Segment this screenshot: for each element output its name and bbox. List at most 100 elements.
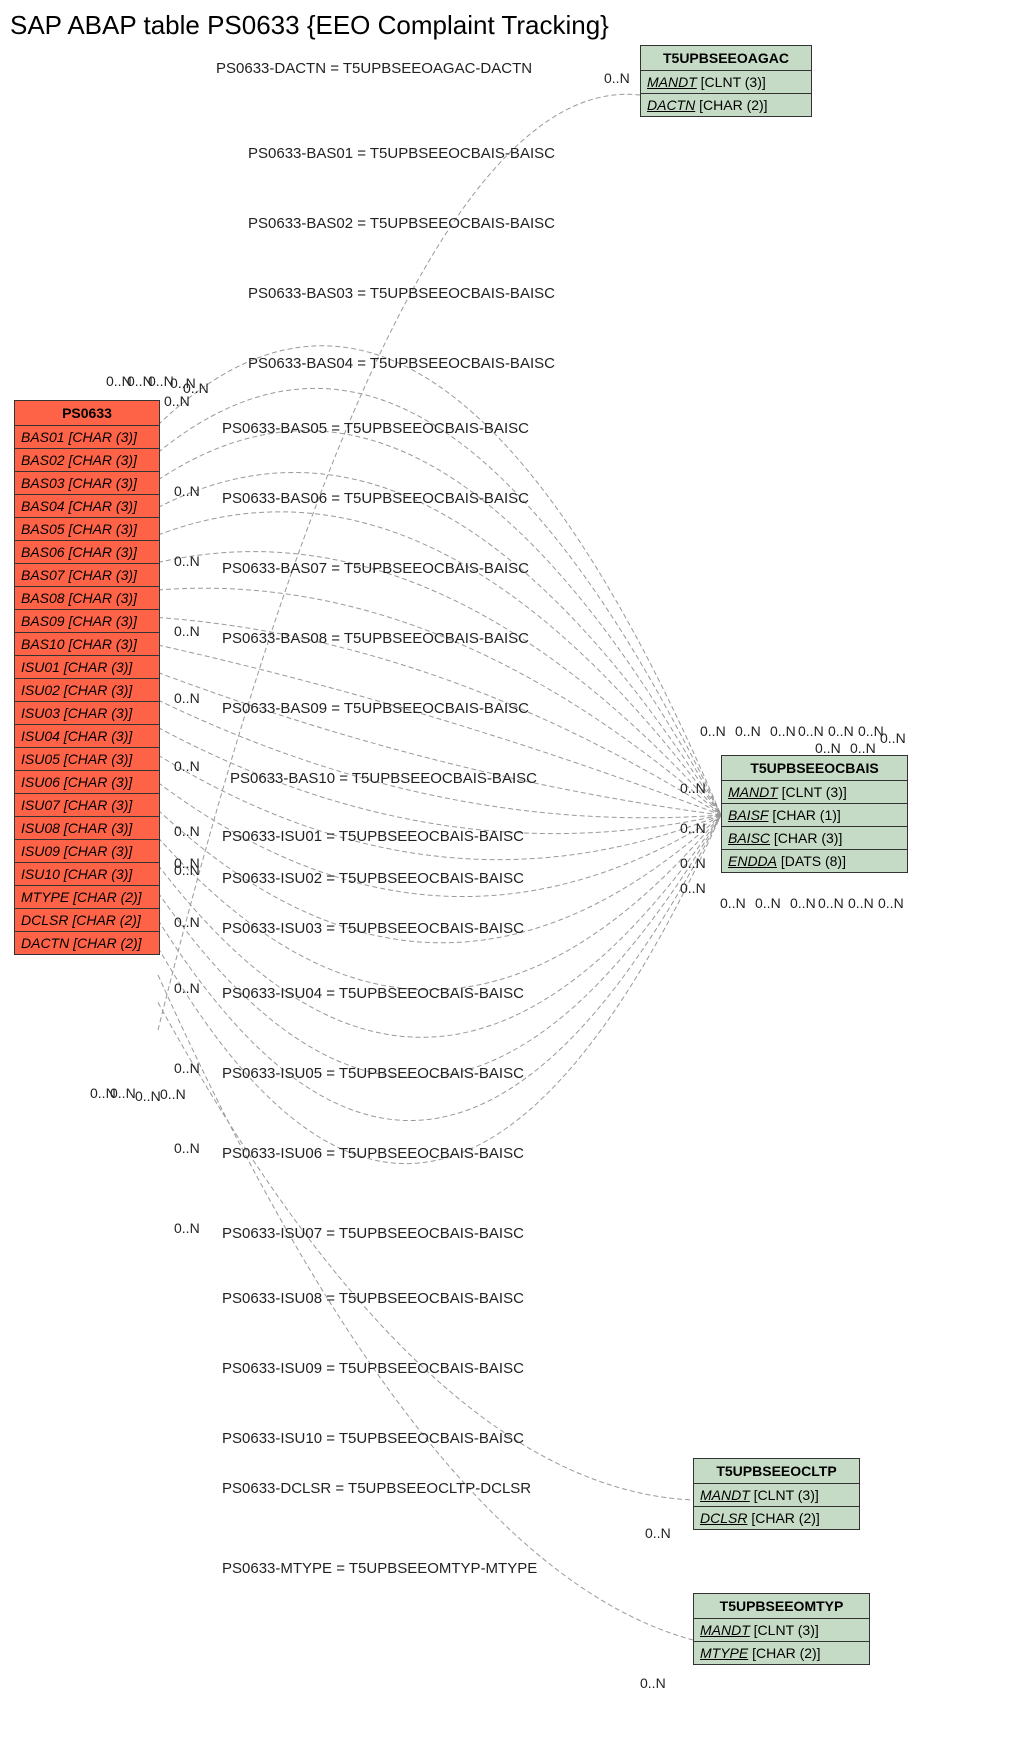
relation-label: PS0633-ISU05 = T5UPBSEEOCBAIS-BAISC	[222, 1065, 524, 1082]
entity-field: ISU06 [CHAR (3)]	[15, 771, 159, 794]
relation-label: PS0633-ISU02 = T5UPBSEEOCBAIS-BAISC	[222, 870, 524, 887]
cardinality-label: 0..N	[174, 553, 200, 569]
cardinality-label: 0..N	[174, 690, 200, 706]
entity-t5upbseeoagac: T5UPBSEEOAGAC MANDT [CLNT (3)]DACTN [CHA…	[640, 45, 812, 117]
cardinality-label: 0..N	[640, 1675, 666, 1691]
entity-field: MANDT [CLNT (3)]	[694, 1484, 859, 1507]
cardinality-label: 0..N	[850, 740, 876, 756]
cardinality-label: 0..N	[815, 740, 841, 756]
cardinality-label: 0..N	[878, 895, 904, 911]
entity-field: BAISC [CHAR (3)]	[722, 827, 907, 850]
entity-field: BAS09 [CHAR (3)]	[15, 610, 159, 633]
entity-field: ISU01 [CHAR (3)]	[15, 656, 159, 679]
cardinality-label: 0..N	[174, 623, 200, 639]
entity-field: MANDT [CLNT (3)]	[641, 71, 811, 94]
entity-field: BAS03 [CHAR (3)]	[15, 472, 159, 495]
relation-label: PS0633-ISU07 = T5UPBSEEOCBAIS-BAISC	[222, 1225, 524, 1242]
entity-field: BAS01 [CHAR (3)]	[15, 426, 159, 449]
relation-label: PS0633-BAS03 = T5UPBSEEOCBAIS-BAISC	[248, 285, 555, 302]
entity-header: T5UPBSEEOAGAC	[641, 46, 811, 71]
cardinality-label: 0..N	[880, 730, 906, 746]
entity-field: ISU08 [CHAR (3)]	[15, 817, 159, 840]
cardinality-label: 0..N	[174, 1140, 200, 1156]
entity-field: ISU05 [CHAR (3)]	[15, 748, 159, 771]
relation-label: PS0633-BAS06 = T5UPBSEEOCBAIS-BAISC	[222, 490, 529, 507]
cardinality-label: 0..N	[110, 1085, 136, 1101]
cardinality-label: 0..N	[160, 1086, 186, 1102]
entity-field: BAISF [CHAR (1)]	[722, 804, 907, 827]
entity-field: MANDT [CLNT (3)]	[722, 781, 907, 804]
relation-label: PS0633-BAS04 = T5UPBSEEOCBAIS-BAISC	[248, 355, 555, 372]
cardinality-label: 0..N	[770, 723, 796, 739]
cardinality-label: 0..N	[645, 1525, 671, 1541]
entity-ps0633: PS0633 BAS01 [CHAR (3)]BAS02 [CHAR (3)]B…	[14, 400, 160, 955]
relation-label: PS0633-ISU06 = T5UPBSEEOCBAIS-BAISC	[222, 1145, 524, 1162]
cardinality-label: 0..N	[798, 723, 824, 739]
relation-label: PS0633-ISU10 = T5UPBSEEOCBAIS-BAISC	[222, 1430, 524, 1447]
relation-label: PS0633-ISU03 = T5UPBSEEOCBAIS-BAISC	[222, 920, 524, 937]
entity-header: T5UPBSEEOMTYP	[694, 1594, 869, 1619]
cardinality-label: 0..N	[790, 895, 816, 911]
cardinality-label: 0..N	[680, 855, 706, 871]
relation-label: PS0633-ISU09 = T5UPBSEEOCBAIS-BAISC	[222, 1360, 524, 1377]
cardinality-label: 0..N	[735, 723, 761, 739]
entity-field: MANDT [CLNT (3)]	[694, 1619, 869, 1642]
entity-field: ISU09 [CHAR (3)]	[15, 840, 159, 863]
entity-field: BAS10 [CHAR (3)]	[15, 633, 159, 656]
cardinality-label: 0..N	[174, 1220, 200, 1236]
cardinality-label: 0..N	[680, 820, 706, 836]
cardinality-label: 0..N	[174, 823, 200, 839]
cardinality-label: 0..N	[174, 1060, 200, 1076]
entity-field: ISU04 [CHAR (3)]	[15, 725, 159, 748]
entity-header: T5UPBSEEOCLTP	[694, 1459, 859, 1484]
entity-field: DACTN [CHAR (2)]	[15, 932, 159, 954]
relation-label: PS0633-DACTN = T5UPBSEEOAGAC-DACTN	[216, 60, 532, 77]
cardinality-label: 0..N	[135, 1088, 161, 1104]
entity-field: BAS02 [CHAR (3)]	[15, 449, 159, 472]
relation-label: PS0633-BAS09 = T5UPBSEEOCBAIS-BAISC	[222, 700, 529, 717]
cardinality-label: 0..N	[680, 780, 706, 796]
cardinality-label: 0..N	[164, 393, 190, 409]
cardinality-label: 0..N	[174, 483, 200, 499]
relation-label: PS0633-BAS01 = T5UPBSEEOCBAIS-BAISC	[248, 145, 555, 162]
cardinality-label: 0..N	[720, 895, 746, 911]
entity-header: PS0633	[15, 401, 159, 426]
relation-label: PS0633-BAS08 = T5UPBSEEOCBAIS-BAISC	[222, 630, 529, 647]
relation-label: PS0633-ISU08 = T5UPBSEEOCBAIS-BAISC	[222, 1290, 524, 1307]
entity-field: DCLSR [CHAR (2)]	[694, 1507, 859, 1529]
entity-field: ISU10 [CHAR (3)]	[15, 863, 159, 886]
entity-field: ISU03 [CHAR (3)]	[15, 702, 159, 725]
relation-label: PS0633-MTYPE = T5UPBSEEOMTYP-MTYPE	[222, 1560, 537, 1577]
entity-field: ISU02 [CHAR (3)]	[15, 679, 159, 702]
cardinality-label: 0..N	[828, 723, 854, 739]
cardinality-label: 0..N	[848, 895, 874, 911]
entity-field: ENDDA [DATS (8)]	[722, 850, 907, 872]
cardinality-label: 0..N	[174, 980, 200, 996]
cardinality-label: 0..N	[604, 70, 630, 86]
relation-label: PS0633-BAS10 = T5UPBSEEOCBAIS-BAISC	[230, 770, 537, 787]
entity-field: DCLSR [CHAR (2)]	[15, 909, 159, 932]
entity-field: BAS05 [CHAR (3)]	[15, 518, 159, 541]
relation-label: PS0633-BAS05 = T5UPBSEEOCBAIS-BAISC	[222, 420, 529, 437]
cardinality-label: 0..N	[818, 895, 844, 911]
relation-label: PS0633-DCLSR = T5UPBSEEOCLTP-DCLSR	[222, 1480, 531, 1497]
cardinality-label: 0..N	[174, 862, 200, 878]
entity-field: BAS06 [CHAR (3)]	[15, 541, 159, 564]
cardinality-label: 0..N	[755, 895, 781, 911]
entity-t5upbseeocltp: T5UPBSEEOCLTP MANDT [CLNT (3)]DCLSR [CHA…	[693, 1458, 860, 1530]
entity-t5upbseeomtyp: T5UPBSEEOMTYP MANDT [CLNT (3)]MTYPE [CHA…	[693, 1593, 870, 1665]
cardinality-label: 0..N	[700, 723, 726, 739]
entity-field: MTYPE [CHAR (2)]	[694, 1642, 869, 1664]
cardinality-label: 0..N	[680, 880, 706, 896]
entity-field: BAS04 [CHAR (3)]	[15, 495, 159, 518]
cardinality-label: 0..N	[174, 914, 200, 930]
relation-label: PS0633-BAS02 = T5UPBSEEOCBAIS-BAISC	[248, 215, 555, 232]
entity-header: T5UPBSEEOCBAIS	[722, 756, 907, 781]
page-title: SAP ABAP table PS0633 {EEO Complaint Tra…	[10, 10, 1009, 41]
entity-field: BAS07 [CHAR (3)]	[15, 564, 159, 587]
entity-field: DACTN [CHAR (2)]	[641, 94, 811, 116]
cardinality-label: 0..N	[174, 758, 200, 774]
relation-label: PS0633-ISU01 = T5UPBSEEOCBAIS-BAISC	[222, 828, 524, 845]
entity-field: BAS08 [CHAR (3)]	[15, 587, 159, 610]
relation-label: PS0633-ISU04 = T5UPBSEEOCBAIS-BAISC	[222, 985, 524, 1002]
